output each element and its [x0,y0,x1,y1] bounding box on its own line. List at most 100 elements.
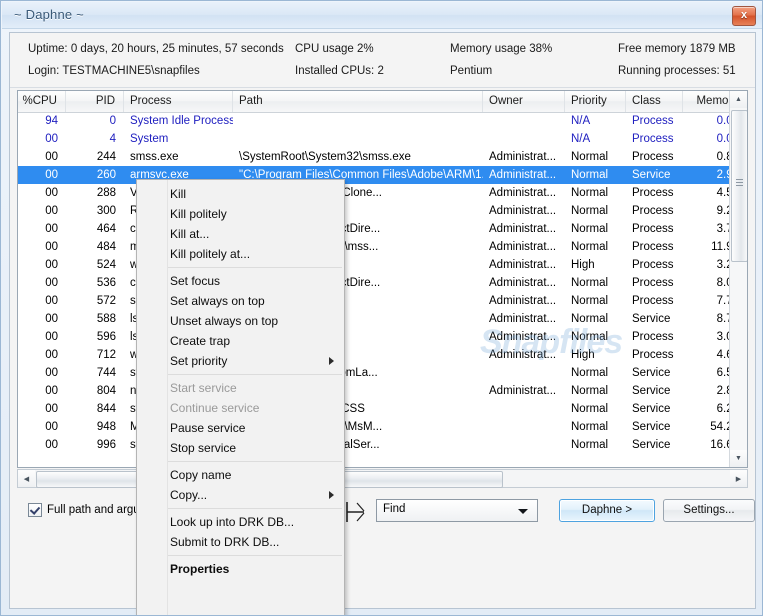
find-dropdown-value: Find [383,503,406,515]
cell-priority: Normal [571,205,609,217]
cell-path [233,112,483,130]
cell-class: Service [632,313,671,325]
cell-pid: 300 [96,205,116,217]
cell-cpu: 00 [45,169,58,181]
cell-class: Process [632,259,674,271]
menu-item-stop-service[interactable]: Stop service [137,438,344,458]
cell-memory: 11.98 [711,241,730,253]
menu-item-create-trap[interactable]: Create trap [137,331,344,351]
table-row[interactable]: 00464csr...32\csrss.exe ObjectDire...Adm… [18,220,730,238]
menu-item-continue-service: Continue service [137,398,344,418]
cell-cpu: 00 [45,277,58,289]
menu-item-label: Start service [170,381,237,395]
cell-memory: 2.83 [716,385,730,397]
cell-class: Process [632,187,674,199]
scroll-down-button[interactable]: ▼ [730,450,747,467]
table-row[interactable]: 00 4 System N/A Process 0.00 [18,130,730,148]
column-header-owner[interactable]: Owner [483,91,565,112]
table-row[interactable]: 00484ms...soft Security Client\mss...Adm… [18,238,730,256]
menu-item-copy-name[interactable]: Copy name [137,465,344,485]
column-header-process[interactable]: Process [124,91,233,112]
menu-item-kill[interactable]: Kill [137,184,344,204]
menu-item-unset-always-on-top[interactable]: Unset always on top [137,311,344,331]
menu-item-set-priority[interactable]: Set priority [137,351,344,371]
cell-priority: Normal [571,385,609,397]
menu-item-kill-politely[interactable]: Kill politely [137,204,344,224]
menu-item-copy[interactable]: Copy... [137,485,344,505]
vertical-scroll-thumb[interactable] [731,110,747,262]
table-row[interactable]: 00588lsa...lsass.exeAdministrat...Normal… [18,310,730,328]
cell-priority: High [571,349,595,361]
table-row[interactable]: 00712winAdministrat...HighProcess4.61 [18,346,730,364]
menu-item-set-always-on-top[interactable]: Set always on top [137,291,344,311]
table-row[interactable]: 00536csr...32\csrss.exe ObjectDire...Adm… [18,274,730,292]
cell-class: Process [632,241,674,253]
close-button[interactable]: x [732,6,756,26]
menu-item-set-focus[interactable]: Set focus [137,271,344,291]
daphne-button[interactable]: Daphne > [559,499,655,522]
chevron-down-icon: ▼ [735,455,742,462]
menu-item-label: Submit to DRK DB... [170,535,280,549]
column-header-class[interactable]: Class [626,91,683,112]
close-icon: x [740,9,748,21]
table-row[interactable]: 94 0 System Idle Process N/A Process 0.00 [18,112,730,130]
cell-memory: 3.73 [716,223,730,235]
menu-item-list: Kill Kill politely Kill at... Kill politely… [137,180,344,579]
table-row[interactable]: 00996svc...svchost.exe -k LocalSer...Nor… [18,436,730,452]
cell-owner: Administrat... [489,187,557,199]
table-row[interactable]: 00 260 armsvc.exe "C:\Program Files\Common … [18,166,730,184]
cell-pid: 244 [96,151,116,163]
cell-pid: 744 [96,367,116,379]
cell-class: Process [632,349,674,361]
horizontal-scrollbar[interactable]: ◀ ▶ [17,469,748,488]
table-row[interactable]: 00288VC...orate Bytes\VirtualClone...Adm… [18,184,730,202]
cell-priority: Normal [571,331,609,343]
cell-pid: 524 [96,259,116,271]
menu-item-label: Kill [170,187,187,201]
menu-item-kill-at[interactable]: Kill at... [137,224,344,244]
table-row[interactable]: 00844svc...svchost.exe -k RPCSSNormalSer… [18,400,730,418]
find-dropdown[interactable]: Find [376,499,538,522]
scroll-left-button[interactable]: ◀ [18,470,35,487]
table-row[interactable]: 00572ser...services.exeAdministrat...Nor… [18,292,730,310]
cell-owner: Administrat... [489,385,557,397]
cell-cpu: 00 [45,187,58,199]
cell-cpu: 94 [45,115,58,127]
menu-item-label: Pause service [170,421,246,435]
menu-item-pause-service[interactable]: Pause service [137,418,344,438]
table-row[interactable]: 00948Ms...soft Security Client\MsM...Nor… [18,418,730,436]
table-row[interactable]: 00596lsm...lsm.exeAdministrat...NormalPr… [18,328,730,346]
scroll-right-button[interactable]: ▶ [730,470,747,487]
cell-memory: 16.66 [710,439,730,451]
column-header-path[interactable]: Path [233,91,483,112]
table-row[interactable]: 00744svc...svchost.exe -k DcomLa...Norma… [18,364,730,382]
bottom-toolbar: Full path and arguments Find Daphne > Se… [10,491,755,531]
table-row[interactable]: 00524winAdministrat...HighProcess3.25 [18,256,730,274]
vertical-scrollbar[interactable]: ▲ ▼ [729,91,747,467]
table-row[interactable]: 00 244 smss.exe \SystemRoot\System32\smss.e… [18,148,730,166]
menu-item-submit-to-drk-db[interactable]: Submit to DRK DB... [137,532,344,552]
cell-priority: Normal [571,241,609,253]
column-header-priority[interactable]: Priority [565,91,626,112]
column-header-cpu[interactable]: %CPU [18,91,66,112]
table-row[interactable]: 00300Rtl...l.exe"Administrat...NormalPro… [18,202,730,220]
menu-item-kill-politely-at[interactable]: Kill politely at... [137,244,344,264]
column-header-pid[interactable]: PID [66,91,124,112]
arrow-left-glyph [346,502,365,522]
cell-class: Process [632,331,674,343]
cell-path [233,130,483,148]
window-title: ~ Daphne ~ [14,7,84,22]
title-bar[interactable]: ~ Daphne ~ x [2,2,762,29]
cell-owner: Administrat... [489,313,557,325]
cpu-type-text: Pentium [450,65,493,77]
menu-item-properties[interactable]: Properties [137,559,344,579]
submenu-arrow-icon [329,357,334,365]
table-row[interactable]: 00804nvv...nvvsvc.exeAdministrat...Norma… [18,382,730,400]
scroll-up-button[interactable]: ▲ [730,91,747,108]
previous-arrow-icon[interactable] [344,499,370,525]
menu-item-label: Stop service [170,441,237,455]
settings-button[interactable]: Settings... [663,499,755,522]
cell-class: Service [632,385,671,397]
cell-class: Process [632,151,674,163]
menu-item-look-up-into-drk-db[interactable]: Look up into DRK DB... [137,512,344,532]
